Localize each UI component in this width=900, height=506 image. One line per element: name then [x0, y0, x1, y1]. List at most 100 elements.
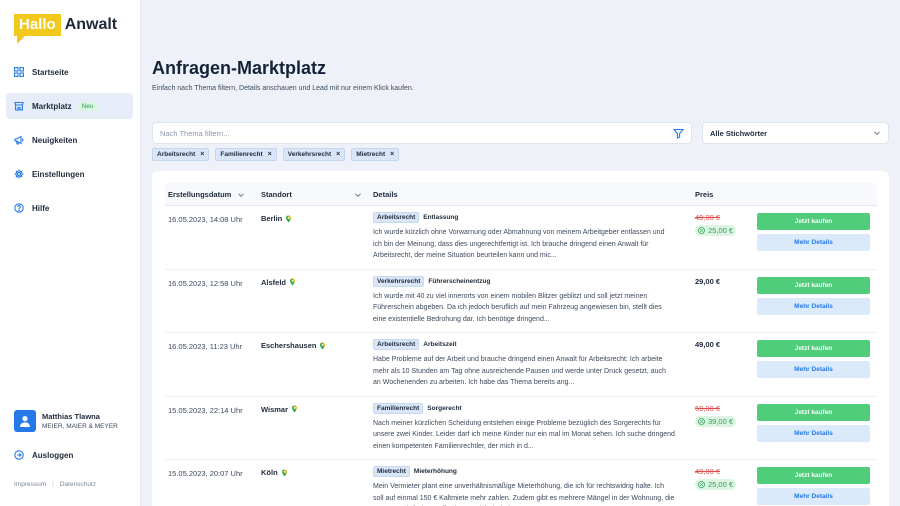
- category-tag: Arbeitsrecht: [373, 212, 420, 223]
- page-title: Anfragen-Marktplatz: [152, 58, 327, 78]
- row-tags: Arbeitsrecht Entlassung: [373, 212, 675, 223]
- old-price: 59,00 €: [695, 403, 721, 413]
- table-row: 16.05.2023, 11:23 Uhr Eschershausen Arbe…: [165, 333, 877, 397]
- more-details-button[interactable]: Mehr Details: [757, 488, 870, 505]
- user-profile[interactable]: Matthias Tlawna MEIER, MAIER & MEYER: [14, 410, 118, 432]
- category-tag: Mietrecht: [373, 466, 410, 477]
- keyword-select-value: Alle Stichwörter: [710, 128, 768, 138]
- location-pin-icon: [320, 341, 326, 350]
- gear-icon: [14, 169, 24, 179]
- row-location: Wismar: [261, 405, 298, 414]
- sidebar-item-startseite[interactable]: Startseite: [6, 59, 133, 85]
- keyword-select[interactable]: Alle Stichwörter: [702, 122, 889, 144]
- more-details-button[interactable]: Mehr Details: [757, 297, 870, 315]
- close-icon[interactable]: ×: [336, 151, 340, 158]
- logo-text: Anwalt: [64, 16, 118, 33]
- close-icon[interactable]: ×: [200, 151, 204, 158]
- help-icon: [14, 203, 24, 213]
- buy-now-button[interactable]: Jetzt kaufen: [757, 276, 870, 294]
- row-date: 16.05.2023, 14:08 Uhr: [168, 215, 243, 224]
- discounted-price: 25,00 €: [695, 479, 737, 490]
- search-input[interactable]: [160, 128, 673, 138]
- chevron-down-icon: [238, 192, 245, 197]
- column-header-details: Details: [373, 183, 398, 206]
- row-details: Verkehrsrecht Führerscheinentzug Ich wur…: [373, 275, 675, 326]
- row-price: 49,00 €: [695, 340, 720, 349]
- close-icon[interactable]: ×: [390, 151, 394, 158]
- category-tag: Familienrecht: [373, 402, 424, 414]
- filter-chips: Arbeitsrecht × Familienrecht × Verkehrsrec…: [152, 148, 405, 161]
- leads-table-card: Erstellungsdatum Standort Details Preis …: [152, 171, 889, 506]
- more-details-button[interactable]: Mehr Details: [757, 234, 870, 251]
- sidebar-item-label: Neuigkeiten: [32, 135, 78, 145]
- subcategory-label: Mieterhöhung: [413, 468, 457, 475]
- row-price: 49,00 € 25,00 €: [695, 213, 737, 236]
- price: 29,00 €: [695, 276, 721, 286]
- row-location: Eschershausen: [261, 341, 326, 350]
- filter-chip: Verkehrsrecht ×: [282, 148, 346, 161]
- grid-icon: [14, 67, 24, 77]
- main-content: Anfragen-Marktplatz Einfach nach Thema f…: [141, 0, 900, 506]
- sidebar-item-marktplatz[interactable]: Marktplatz Neu: [6, 93, 133, 119]
- buy-now-button[interactable]: Jetzt kaufen: [757, 467, 870, 484]
- location-pin-icon: [292, 405, 298, 413]
- leads-table: Erstellungsdatum Standort Details Preis …: [165, 183, 877, 506]
- subcategory-label: Sorgerecht: [427, 404, 462, 412]
- footer-links: Impressum | Datenschutz: [14, 481, 96, 488]
- row-date: 15.05.2023, 20:07 Uhr: [168, 469, 243, 478]
- row-details: Familienrecht Sorgerecht Nach meiner kür…: [373, 402, 675, 453]
- location-pin-icon: [290, 278, 296, 286]
- user-company: MEIER, MAIER & MEYER: [42, 423, 118, 430]
- column-header-label: Preis: [695, 190, 714, 199]
- price: 49,00 €: [695, 340, 721, 349]
- row-actions: Jetzt kaufen Mehr Details: [757, 276, 870, 315]
- column-header-location[interactable]: Standort: [261, 183, 362, 206]
- table-row: 16.05.2023, 14:08 Uhr Berlin Arbeitsrech…: [165, 206, 877, 270]
- row-tags: Verkehrsrecht Führerscheinentzug: [373, 275, 675, 287]
- discounted-price: 25,00 €: [695, 225, 737, 236]
- store-icon: [14, 101, 24, 111]
- location-label: Eschershausen: [261, 341, 317, 350]
- column-header-date[interactable]: Erstellungsdatum: [168, 183, 245, 206]
- sidebar-item-einstellungen[interactable]: Einstellungen: [6, 161, 133, 187]
- footer-separator: |: [52, 481, 54, 488]
- row-price: 29,00 €: [695, 277, 720, 286]
- more-details-button[interactable]: Mehr Details: [757, 361, 870, 378]
- chip-label: Mietrecht: [356, 151, 386, 158]
- location-pin-icon: [286, 214, 292, 223]
- row-details: Arbeitsrecht Entlassung Ich wurde kürzli…: [373, 212, 675, 262]
- row-actions: Jetzt kaufen Mehr Details: [757, 467, 870, 505]
- row-description: Ich wurde kürzlich ohne Vorwarnung oder …: [373, 229, 665, 259]
- row-date: 16.05.2023, 12:58 Uhr: [168, 278, 243, 288]
- category-tag: Verkehrsrecht: [373, 275, 425, 287]
- sidebar-item-label: Marktplatz: [32, 101, 72, 111]
- more-details-button[interactable]: Mehr Details: [757, 424, 870, 442]
- subcategory-label: Entlassung: [423, 214, 459, 221]
- search-bar: [152, 122, 692, 144]
- row-location: Alsfeld: [261, 278, 296, 287]
- new-badge: Neu: [77, 101, 98, 111]
- row-tags: Familienrecht Sorgerecht: [373, 402, 675, 414]
- logout-button[interactable]: Ausloggen: [14, 450, 73, 460]
- user-icon: [20, 416, 30, 427]
- buy-now-button[interactable]: Jetzt kaufen: [757, 340, 870, 357]
- sidebar-item-hilfe[interactable]: Hilfe: [6, 195, 133, 221]
- chip-label: Arbeitsrecht: [157, 151, 196, 158]
- sidebar-item-neuigkeiten[interactable]: Neuigkeiten: [6, 127, 133, 153]
- location-label: Alsfeld: [261, 277, 287, 287]
- impressum-link[interactable]: Impressum: [14, 481, 46, 488]
- logo[interactable]: Hallo Anwalt: [14, 14, 117, 44]
- datenschutz-link[interactable]: Datenschutz: [60, 481, 96, 488]
- buy-now-button[interactable]: Jetzt kaufen: [757, 403, 870, 421]
- buy-now-button[interactable]: Jetzt kaufen: [757, 213, 870, 230]
- sidebar-nav: Startseite Marktplatz Neu Neuigkeiten Ei…: [6, 59, 133, 229]
- row-date: 15.05.2023, 22:14 Uhr: [168, 405, 243, 415]
- logo-box: Hallo: [14, 14, 61, 44]
- subcategory-label: Führerscheinentzug: [428, 277, 491, 285]
- filter-icon[interactable]: [673, 128, 684, 139]
- close-icon[interactable]: ×: [268, 151, 272, 158]
- row-price: 59,00 € 39,00 €: [695, 403, 737, 427]
- row-tags: Arbeitsrecht Arbeitszeit: [373, 339, 675, 350]
- filter-chip: Familienrecht ×: [215, 148, 277, 161]
- filter-chip: Arbeitsrecht ×: [152, 148, 210, 161]
